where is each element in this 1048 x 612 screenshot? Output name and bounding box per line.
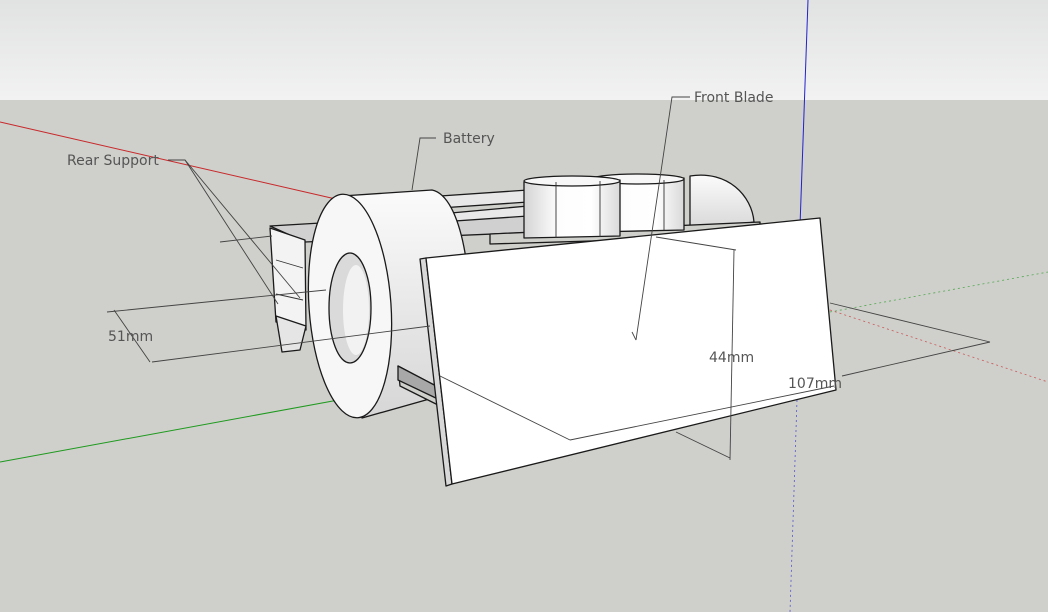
height-dimension-text[interactable]: 44mm [709, 350, 754, 366]
width-dimension-text[interactable]: 51mm [108, 329, 153, 345]
battery-label[interactable]: Battery [443, 131, 495, 147]
length-dimension-text[interactable]: 107mm [788, 376, 842, 392]
rear-support-label[interactable]: Rear Support [67, 153, 159, 169]
sky [0, 0, 1048, 100]
sketchup-viewport[interactable]: Rear Support Battery Front Blade 51mm 44… [0, 0, 1048, 612]
model-canvas[interactable]: Rear Support Battery Front Blade 51mm 44… [0, 0, 1048, 612]
front-blade-label[interactable]: Front Blade [694, 90, 773, 106]
